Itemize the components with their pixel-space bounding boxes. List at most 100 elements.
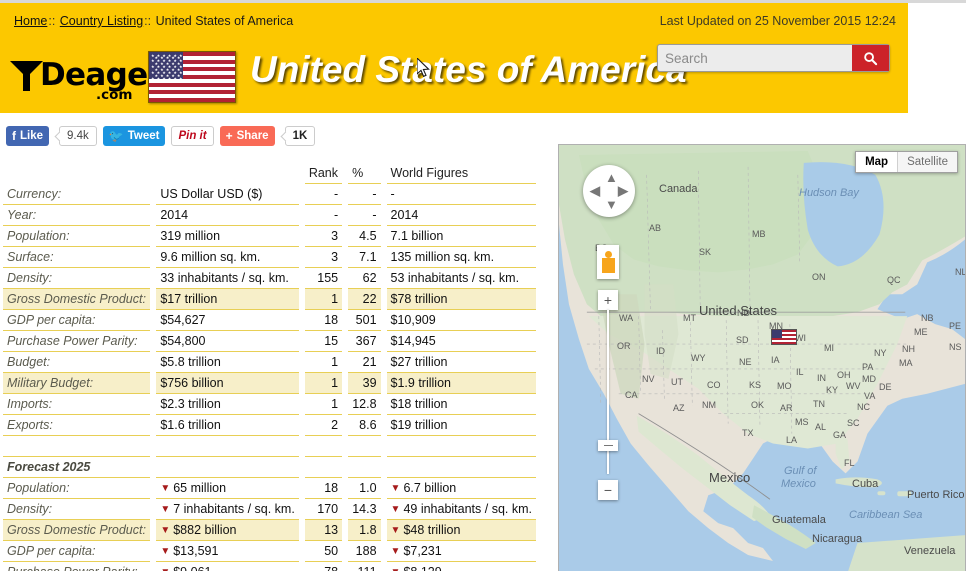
twitter-tweet-button[interactable]: 🐦 Tweet xyxy=(102,126,166,146)
breadcrumb-home-link[interactable]: Home xyxy=(14,14,47,28)
table-row: Imports: $2.3 trillion 1 12.8 $18 trillion xyxy=(3,394,536,415)
decline-triangle-icon: ▼ xyxy=(390,483,401,494)
spacer-cell xyxy=(156,436,299,457)
table-row: Budget: $5.8 trillion 1 21 $27 trillion xyxy=(3,352,536,373)
spacer-cell xyxy=(386,436,536,457)
row-rank: 18 xyxy=(304,478,343,499)
row-label: Population: xyxy=(3,478,151,499)
row-rank: 1 xyxy=(304,373,343,394)
map-pan-control[interactable]: ▲ ▼ ◀ ▶ xyxy=(583,165,635,217)
map-type-control: Map Satellite xyxy=(855,151,958,173)
map-zoom-control: + − xyxy=(598,290,618,500)
table-spacer-row xyxy=(3,436,536,457)
row-rank: 78 xyxy=(305,562,342,571)
table-row: Military Budget: $756 billion 1 39 $1.9 tril… xyxy=(3,373,536,394)
row-label: Year: xyxy=(3,205,151,226)
row-world-figure: 53 inhabitants / sq. km. xyxy=(386,268,536,289)
search-box xyxy=(657,44,890,72)
map-type-map-button[interactable]: Map xyxy=(856,152,898,172)
row-percent: 21 xyxy=(348,352,381,373)
row-rank: - xyxy=(304,184,343,205)
logo-domain-suffix: .com xyxy=(96,87,133,103)
row-value: $17 trillion xyxy=(156,289,299,310)
google-map[interactable]: CanadaHudson BayABBCSKMBONQCNLNBPENSMEWA… xyxy=(558,144,966,571)
row-label: Population: xyxy=(3,226,151,247)
row-world-figure: $27 trillion xyxy=(386,352,536,373)
row-label: Density: xyxy=(3,499,151,520)
plus-icon: + xyxy=(225,129,233,143)
row-value: ▼ $13,591 xyxy=(156,541,299,562)
row-world-figure: ▼ $7,231 xyxy=(386,541,536,562)
row-label: Military Budget: xyxy=(3,373,151,394)
pinterest-pin-button[interactable]: Pin it xyxy=(171,126,214,146)
decline-triangle-icon: ▼ xyxy=(390,525,401,536)
table-row: Purchase Power Parity: $54,800 15 367 $14,94… xyxy=(3,331,536,352)
row-world-figure: $78 trillion xyxy=(386,289,536,310)
table-header-row: Rank % World Figures xyxy=(3,163,536,184)
country-facts-table-container: Rank % World Figures Currency: US Dollar … xyxy=(0,163,545,571)
row-percent: 1.0 xyxy=(348,478,381,499)
street-view-pegman[interactable] xyxy=(597,245,619,279)
share-label: Share xyxy=(236,130,269,142)
page-root: Home:: Country Listing:: United States o… xyxy=(0,0,966,571)
row-percent: 4.5 xyxy=(348,226,381,247)
row-percent: 188 xyxy=(348,541,381,562)
row-percent: 1.8 xyxy=(348,520,381,541)
spacer-cell xyxy=(348,436,381,457)
map-country-marker[interactable] xyxy=(771,329,797,345)
deagel-logo-mark xyxy=(10,61,43,91)
row-value: 9.6 million sq. km. xyxy=(156,247,299,268)
deagel-logo[interactable]: Deagel .com xyxy=(10,57,158,105)
decline-triangle-icon: ▼ xyxy=(160,546,171,557)
zoom-in-button[interactable]: + xyxy=(598,290,618,310)
row-value: ▼ 65 million xyxy=(156,478,299,499)
share-button[interactable]: + Share xyxy=(219,126,275,146)
table-row: Density: ▼ 7 inhabitants / sq. km. 170 14.3 ▼… xyxy=(3,499,536,520)
spacer-cell xyxy=(3,436,151,457)
decline-triangle-icon: ▼ xyxy=(160,567,170,571)
row-value: $5.8 trillion xyxy=(156,352,299,373)
breadcrumb-separator-1: :: xyxy=(48,14,56,28)
pan-right-icon[interactable]: ▶ xyxy=(618,184,628,197)
pan-up-icon[interactable]: ▲ xyxy=(605,171,618,184)
row-world-figure: $10,909 xyxy=(386,310,536,331)
row-world-figure: 7.1 billion xyxy=(386,226,536,247)
spacer-cell xyxy=(304,436,343,457)
search-icon xyxy=(864,51,878,65)
us-flag-icon: ★ ★ ★ ★ ★ ★ ★ ★ ★ ★ ★ ★ ★ ★ ★ ★ ★ ★ ★ ★ ★ ★ ★ ★ ★ ★ ★ ★ ★ ★ ★ ★ ★ ★ ★ ★ ★ ★ ★ ★… xyxy=(148,51,236,103)
decline-triangle-icon: ▼ xyxy=(160,525,171,536)
breadcrumb-country-listing-link[interactable]: Country Listing xyxy=(60,14,143,28)
row-percent: 12.8 xyxy=(348,394,381,415)
row-label: Purchase Power Parity: xyxy=(3,331,151,352)
pegman-figure-icon xyxy=(601,251,615,273)
pan-left-icon[interactable]: ◀ xyxy=(590,184,600,197)
row-value: 319 million xyxy=(156,226,299,247)
map-type-satellite-button[interactable]: Satellite xyxy=(898,152,957,172)
row-percent: 14.3 xyxy=(348,499,381,520)
row-label: Exports: xyxy=(3,415,151,436)
row-label: Currency: xyxy=(3,184,151,205)
row-percent: 8.6 xyxy=(348,415,381,436)
row-value: $1.6 trillion xyxy=(156,415,299,436)
row-value: ▼ 7 inhabitants / sq. km. xyxy=(156,499,299,520)
zoom-out-button[interactable]: − xyxy=(598,480,618,500)
search-input[interactable] xyxy=(658,45,852,71)
th-rank: Rank xyxy=(304,163,343,184)
forecast-section-title: Forecast 2025 xyxy=(3,457,151,478)
row-label: Purchase Power Parity: xyxy=(3,562,150,571)
row-label: Gross Domestic Product: xyxy=(3,289,151,310)
share-count: 1K xyxy=(284,126,316,146)
breadcrumb: Home:: Country Listing:: United States o… xyxy=(14,14,293,28)
zoom-slider-handle[interactable] xyxy=(598,440,618,451)
row-value: $756 billion xyxy=(156,373,299,394)
pan-down-icon[interactable]: ▼ xyxy=(605,198,618,211)
twitter-bird-icon: 🐦 xyxy=(108,129,124,143)
row-percent: - xyxy=(348,184,381,205)
table-header: Rank % World Figures xyxy=(3,163,536,184)
facebook-like-button[interactable]: f Like xyxy=(6,126,50,146)
row-world-figure: $18 trillion xyxy=(386,394,536,415)
search-button[interactable] xyxy=(852,45,889,71)
row-percent: 62 xyxy=(348,268,381,289)
row-world-figure: ▼$8,129 xyxy=(387,562,536,571)
twitter-tweet-label: Tweet xyxy=(127,130,160,142)
